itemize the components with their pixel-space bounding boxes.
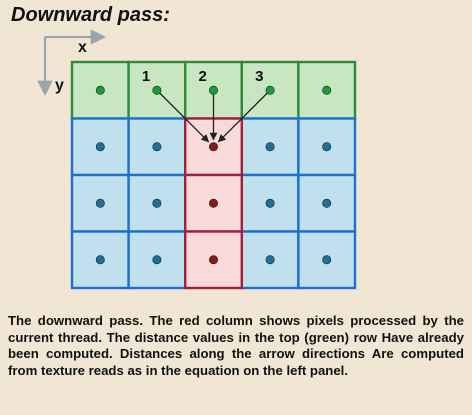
pixel-dot-r3-c4 <box>322 255 332 265</box>
pixel-dot-r3-c3 <box>265 255 275 265</box>
pixel-dot-r1-c0 <box>95 142 105 152</box>
pixel-dot-r0-c1 <box>152 85 162 95</box>
pixel-dot-r0-c4 <box>322 85 332 95</box>
top-row-label-3: 3 <box>255 68 263 85</box>
pixel-dot-r3-c0 <box>95 255 105 265</box>
pixel-dot-r2-c3 <box>265 198 275 208</box>
pixel-dot-r0-c2 <box>209 85 219 95</box>
top-row-label-1: 1 <box>142 68 150 85</box>
pixel-dot-r3-c2 <box>209 255 219 265</box>
pixel-dot-r1-c3 <box>265 142 275 152</box>
caption: The downward pass. The red column shows … <box>8 313 464 379</box>
downward-pass-diagram: x y 1 2 3 <box>37 29 357 290</box>
pixel-dot-r1-c2 <box>209 142 219 152</box>
pixel-dot-r0-c0 <box>95 85 105 95</box>
pixel-dot-r1-c1 <box>152 142 162 152</box>
pixel-dot-r2-c4 <box>322 198 332 208</box>
pixel-dot-r1-c4 <box>322 142 332 152</box>
caption-lead: The downward pass. <box>8 313 144 328</box>
pixel-dot-r2-c1 <box>152 198 162 208</box>
y-axis-label: y <box>55 77 64 94</box>
top-row-label-2: 2 <box>199 68 207 85</box>
pixel-dot-r3-c1 <box>152 255 162 265</box>
x-axis-label: x <box>78 39 87 56</box>
pixel-dot-r2-c2 <box>209 198 219 208</box>
pixel-dot-r2-c0 <box>95 198 105 208</box>
pixel-dot-r0-c3 <box>265 85 275 95</box>
